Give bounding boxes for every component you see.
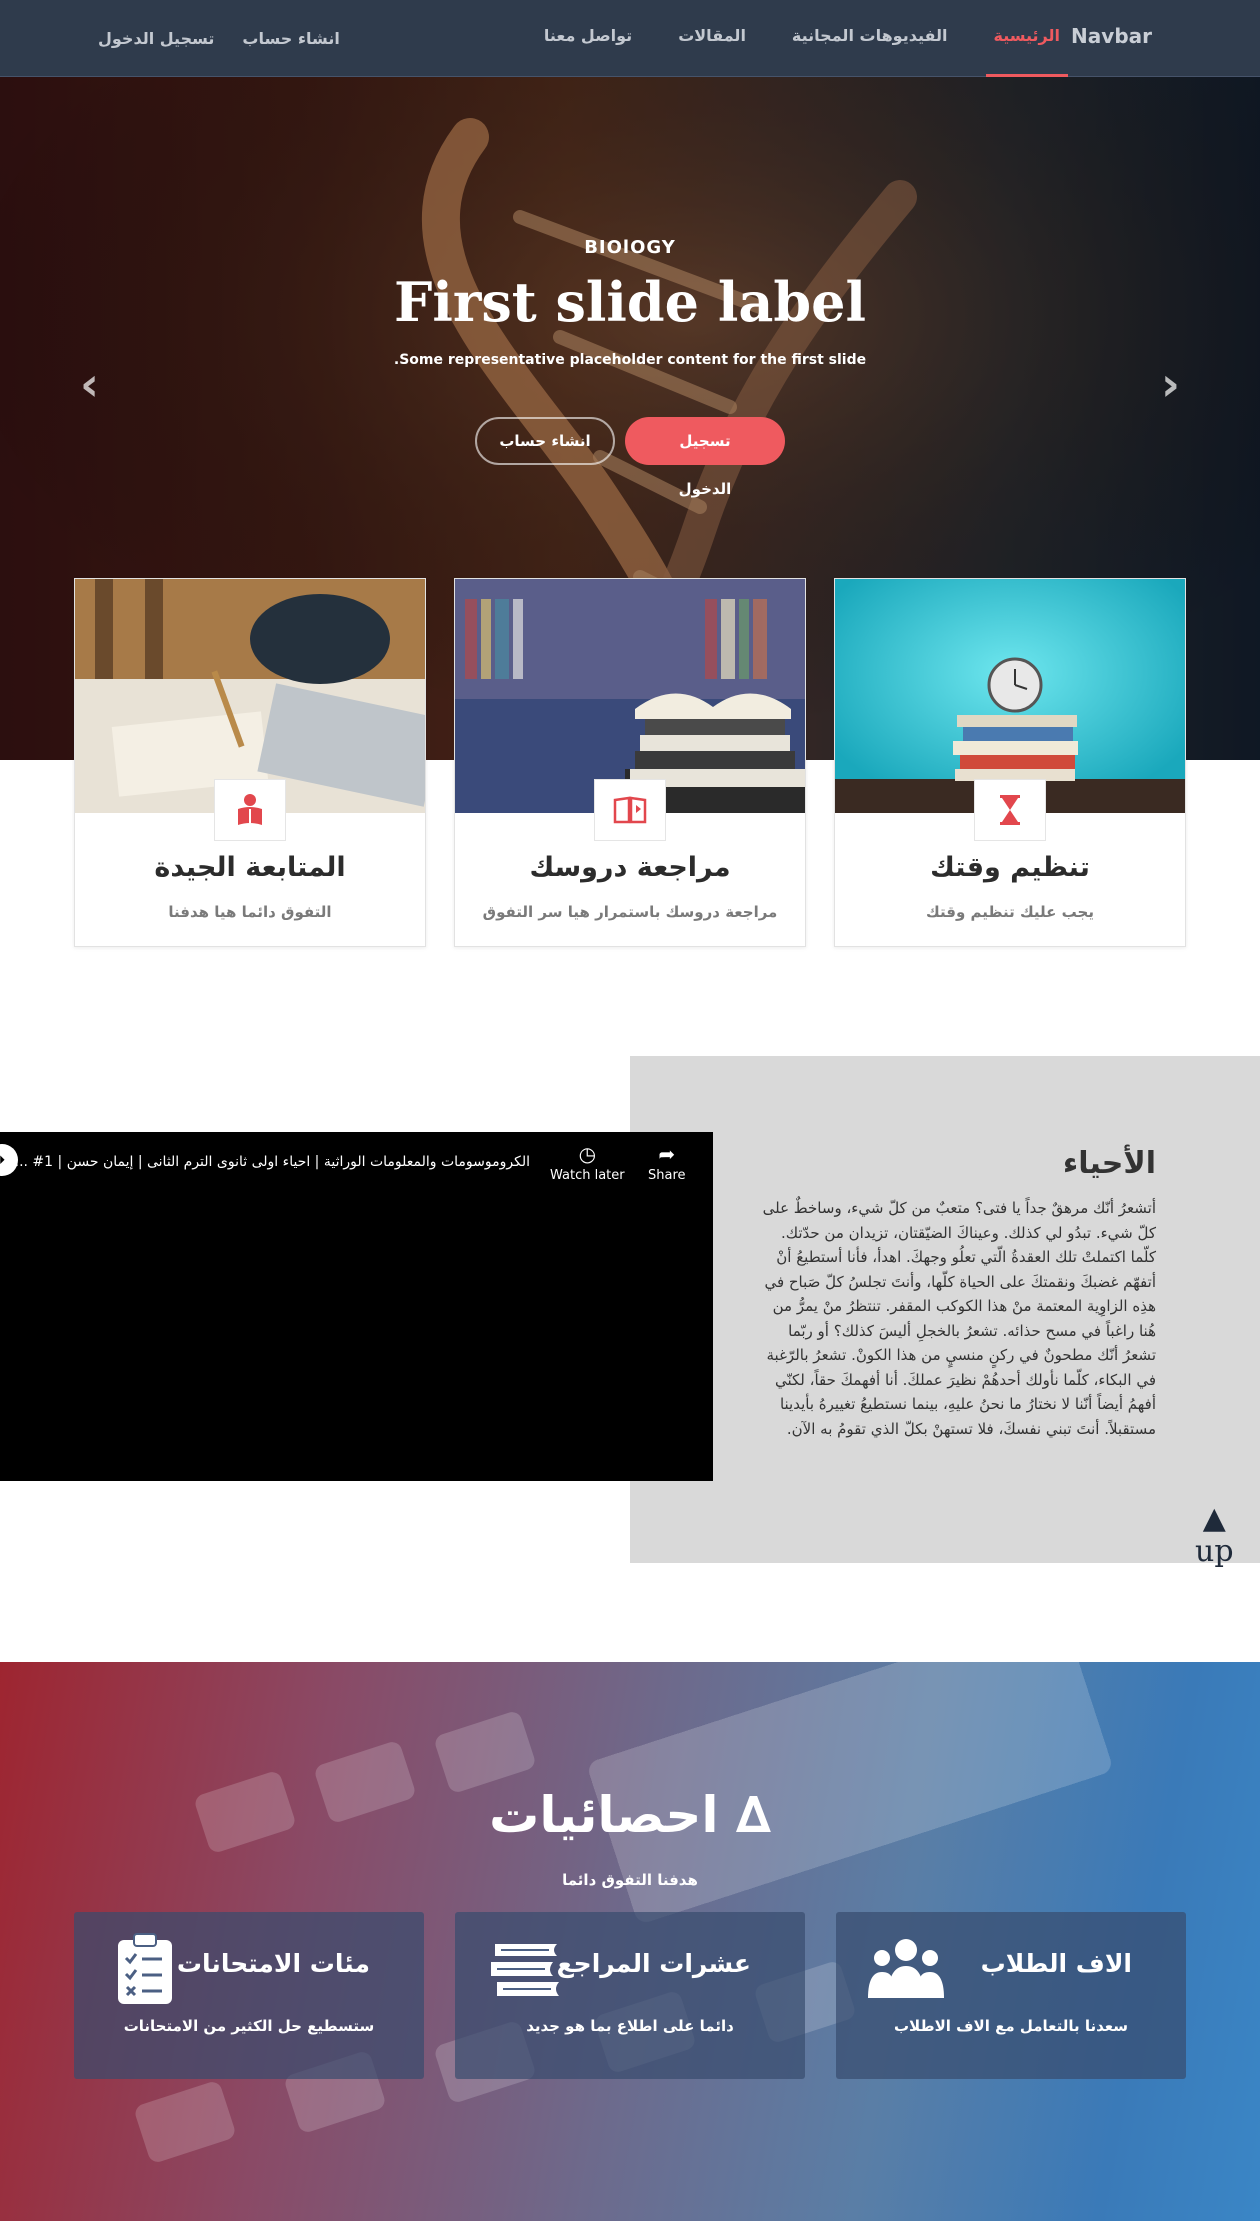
feature-title: تنظيم وقتك	[930, 852, 1090, 883]
hero-kicker: BIOlOGY	[584, 237, 676, 258]
hero-subtitle: Some representative placeholder content …	[393, 352, 867, 368]
navbar-brand[interactable]: Navbar	[1071, 24, 1152, 48]
users-icon	[868, 1936, 944, 2004]
stat-card-references: عشرات المراجع دائما على اطلاع بما هو جدي…	[455, 1912, 805, 2079]
stat-desc: دائما على اطلاع بما هو جديد	[526, 2017, 734, 2035]
book-icon	[594, 779, 666, 841]
nav-link-contact[interactable]: تواصل معنا	[536, 0, 640, 77]
up-arrow-icon: ▲	[1202, 1501, 1226, 1536]
hero-caption: BIOlOGY First slide label Some represent…	[0, 237, 1260, 368]
clock-books-image	[835, 579, 1185, 813]
feature-card-follow-up: المتابعة الجيدة التفوق دائما هيا هدفنا	[74, 578, 426, 947]
share-button[interactable]: ➦ Share	[648, 1142, 686, 1183]
feature-title: المتابعة الجيدة	[154, 852, 346, 883]
video-title[interactable]: الكروموسومات والمعلومات الوراثية | احياء…	[10, 1154, 530, 1170]
hero-login-button[interactable]: تسجيل الدخول	[625, 417, 785, 498]
share-label: Share	[648, 1168, 686, 1183]
stat-title: الاف الطلاب	[980, 1949, 1132, 1978]
hero-title: First slide label	[394, 270, 866, 334]
feature-card-review: مراجعة دروسك مراجعة دروسك باستمرار هيا س…	[454, 578, 806, 947]
nav-link-free-videos[interactable]: الفيديوهات المجانية	[784, 0, 956, 77]
nav-link-articles[interactable]: المقالات	[670, 0, 754, 77]
feature-desc: يجب عليك تنظيم وقتك	[926, 903, 1094, 921]
nav-register-link[interactable]: انشاء حساب	[242, 29, 339, 48]
feature-cards: المتابعة الجيدة التفوق دائما هيا هدفنا م…	[74, 578, 1186, 947]
stat-title: عشرات المراجع	[556, 1949, 751, 1978]
stat-title: مئات الامتحانات	[176, 1949, 370, 1978]
hero-register-button[interactable]: انشاء حساب	[475, 417, 615, 465]
books-icon	[489, 1942, 563, 2002]
nav-login-link[interactable]: تسجيل الدخول	[98, 29, 214, 48]
feature-desc: التفوق دائما هيا هدفنا	[168, 903, 332, 921]
stats-title: احصائيات ∆	[489, 1786, 771, 1844]
watch-later-button[interactable]: ◷ Watch later	[550, 1142, 625, 1183]
stats-subtitle: هدفنا التفوق دائما	[562, 1871, 698, 1889]
writing-desk-image	[75, 579, 425, 813]
up-label: up	[1195, 1534, 1234, 1569]
nav-auth: انشاء حساب تسجيل الدخول	[98, 0, 340, 77]
share-icon: ➦	[658, 1142, 676, 1166]
biology-panel: الأحياء أتشعرُ أنّك مرهقٌ جداً يا فتى؟ م…	[630, 1056, 1260, 1563]
video-embed[interactable]: ⏵ الكروموسومات والمعلومات الوراثية | احي…	[0, 1132, 713, 1481]
stat-desc: سعدنا بالتعامل مع الاف الاطلاب	[893, 2017, 1128, 2035]
books-library-image	[455, 579, 805, 813]
feature-card-time: تنظيم وقتك يجب عليك تنظيم وقتك	[834, 578, 1186, 947]
stats-section: احصائيات ∆ هدفنا التفوق دائما الاف الطلا…	[0, 1662, 1260, 2221]
hourglass-icon	[974, 779, 1046, 841]
nav-links: الرئيسية الفيديوهات المجانية المقالات تو…	[536, 0, 1068, 77]
stat-card-students: الاف الطلاب سعدنا بالتعامل مع الاف الاطل…	[836, 1912, 1186, 2079]
clipboard-icon	[116, 1932, 174, 2010]
reader-icon	[214, 779, 286, 841]
watch-later-label: Watch later	[550, 1168, 625, 1183]
nav-link-home[interactable]: الرئيسية	[985, 0, 1069, 77]
hero-buttons: انشاء حساب تسجيل الدخول	[0, 417, 1260, 498]
stat-desc: ستسطيع حل الكثير من الامتحانات	[123, 2017, 375, 2035]
feature-title: مراجعة دروسك	[529, 852, 731, 883]
navbar: Navbar الرئيسية الفيديوهات المجانية المق…	[0, 0, 1260, 77]
biology-text: أتشعرُ أنّك مرهقٌ جداً يا فتى؟ متعبٌ من …	[762, 1199, 1156, 1438]
feature-desc: مراجعة دروسك باستمرار هيا سر التفوق	[482, 903, 778, 921]
scroll-up-button[interactable]: ▲ up	[1195, 1501, 1234, 1570]
biology-title: الأحياء	[1062, 1146, 1156, 1181]
clock-icon: ◷	[578, 1142, 597, 1166]
stat-card-exams: مئات الامتحانات ستسطيع حل الكثير من الام…	[74, 1912, 424, 2079]
